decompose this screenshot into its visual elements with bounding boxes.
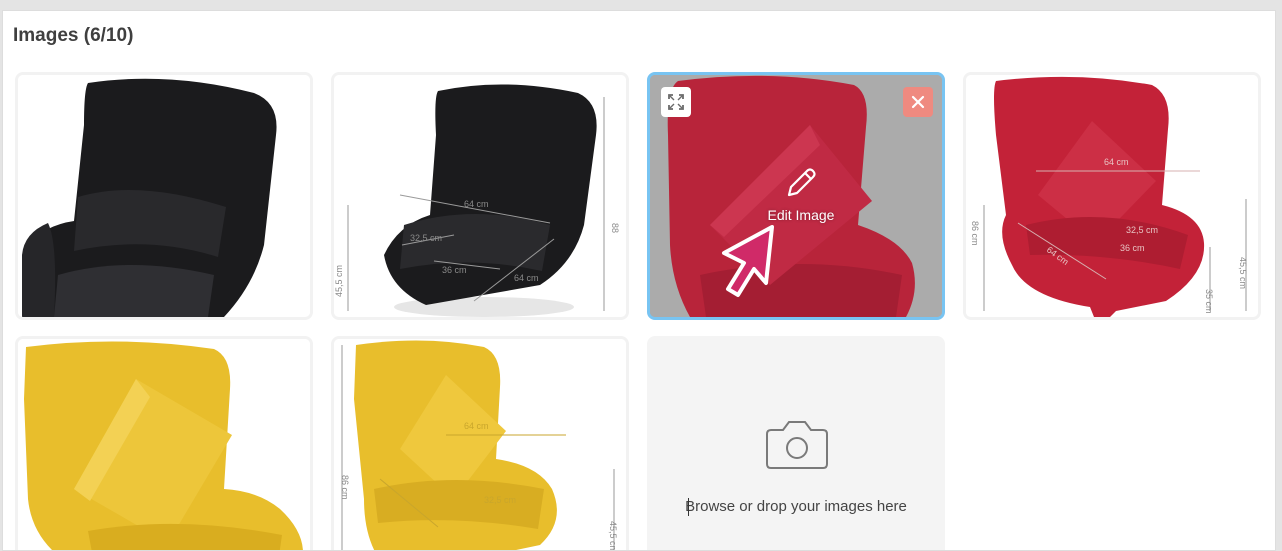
images-panel: Images (6/10) 64 cm 32,5 cm 36 cm 64 cm <box>2 10 1276 551</box>
dim-label-13: 35 cm <box>1204 289 1214 314</box>
image-red-chair-dimensions: 64 cm 32,5 cm 36 cm 64 cm 86 cm 45,5 cm … <box>966 75 1258 317</box>
dim-label-17: 32,5 cm <box>484 495 516 505</box>
image-tile-6[interactable]: 86 cm 45,5 cm 64 cm 32,5 cm <box>331 336 629 551</box>
image-tile-5[interactable] <box>15 336 313 550</box>
expand-button[interactable] <box>661 87 691 117</box>
dim-label-8: 32,5 cm <box>1126 225 1158 235</box>
pointer-cursor-icon <box>722 225 774 297</box>
image-tile-1[interactable] <box>15 72 313 320</box>
dim-label-6: 88 <box>610 223 620 233</box>
image-black-chair-dimensions: 64 cm 32,5 cm 36 cm 64 cm 45,5 cm 88 <box>334 75 626 317</box>
dim-label-2: 32,5 cm <box>410 233 442 243</box>
dropzone-text: Browse or drop your images here <box>685 498 907 515</box>
text-caret <box>688 498 689 516</box>
dim-label-1: 64 cm <box>464 199 489 209</box>
dim-label-5: 45,5 cm <box>334 265 344 297</box>
dim-label-9: 36 cm <box>1120 243 1145 253</box>
image-yellow-chair-dimensions: 86 cm 45,5 cm 64 cm 32,5 cm <box>334 339 626 551</box>
dim-label-11: 86 cm <box>970 221 980 246</box>
image-tile-4[interactable]: 64 cm 32,5 cm 36 cm 64 cm 86 cm 45,5 cm … <box>963 72 1261 320</box>
dim-label-12: 45,5 cm <box>1238 257 1248 289</box>
dim-label-4: 64 cm <box>514 273 539 283</box>
dim-label-3: 36 cm <box>442 265 467 275</box>
camera-icon <box>766 421 828 469</box>
dim-label-15: 45,5 cm <box>608 521 618 551</box>
image-tile-2[interactable]: 64 cm 32,5 cm 36 cm 64 cm 45,5 cm 88 <box>331 72 629 320</box>
remove-image-button[interactable] <box>903 87 933 117</box>
image-tile-3-selected[interactable]: Edit Image <box>647 72 945 320</box>
dim-label-14: 86 cm <box>340 475 350 500</box>
image-black-chair <box>18 75 310 317</box>
edit-image-label: Edit Image <box>767 207 835 223</box>
dim-label-16: 64 cm <box>464 421 489 431</box>
image-yellow-chair <box>18 339 310 550</box>
dim-label-7: 64 cm <box>1104 157 1129 167</box>
section-title: Images (6/10) <box>13 25 134 46</box>
close-icon <box>911 95 925 109</box>
expand-icon <box>668 94 684 110</box>
pencil-icon <box>787 168 816 197</box>
image-dropzone[interactable]: Browse or drop your images here <box>647 336 945 550</box>
